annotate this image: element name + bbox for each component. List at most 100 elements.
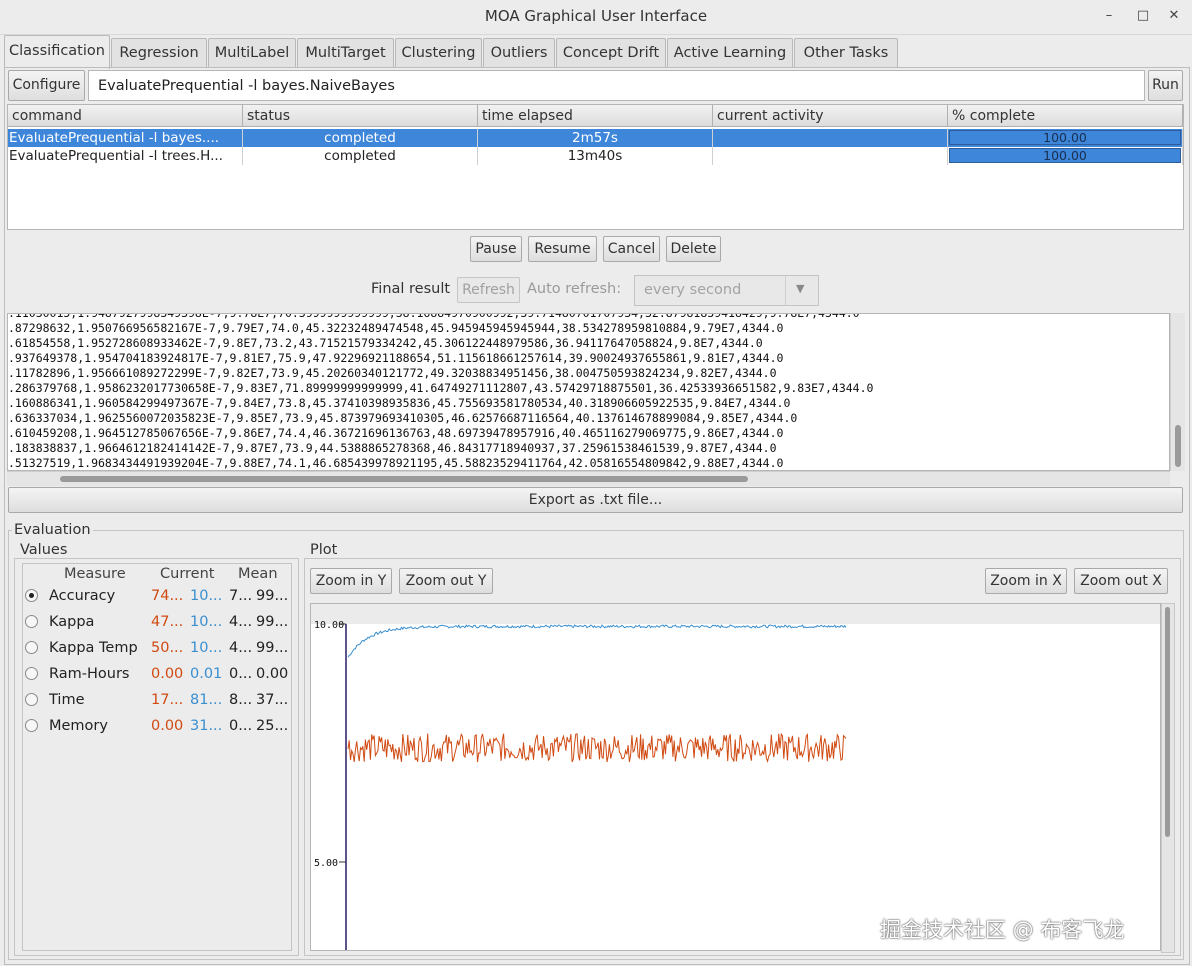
mean-value-a: 0... [229, 666, 253, 682]
measure-name: Memory [49, 718, 108, 734]
radio-kappa-temp[interactable] [25, 641, 38, 654]
task-command-field[interactable]: EvaluatePrequential -l bayes.NaiveBayes [88, 70, 1145, 101]
measure-name: Time [49, 692, 85, 708]
measure-name: Ram-Hours [49, 666, 130, 682]
output-line: .11030015,1.9487927998349398E-7,9.78E7,7… [8, 313, 860, 320]
tab-outliers[interactable]: Outliers [483, 38, 555, 68]
tab-multitarget[interactable]: MultiTarget [297, 38, 394, 68]
output-line: .160886341,1.960584299497367E-7,9.84E7,7… [8, 396, 791, 410]
table-row[interactable]: EvaluatePrequential -l bayes.... complet… [8, 129, 1183, 147]
y-tick-label: 10.00 [314, 620, 344, 631]
current-value-b: 31... [190, 718, 223, 734]
output-text-area[interactable]: .11030015,1.9487927998349398E-7,9.78E7,7… [7, 313, 1170, 471]
radio-kappa[interactable] [25, 615, 38, 628]
configure-button[interactable]: Configure [8, 70, 85, 101]
col-status-header[interactable]: status [243, 105, 478, 127]
measure-row-kappa-temp[interactable]: Kappa Temp 50... 10... 4... 99... [25, 636, 291, 660]
mean-column-header: Mean [238, 566, 278, 582]
output-horizontal-scrollbar[interactable] [7, 471, 1170, 486]
minimize-icon[interactable]: – [1097, 5, 1121, 27]
current-value-a: 50... [151, 640, 184, 656]
window-titlebar: MOA Graphical User Interface – □ ✕ [0, 0, 1192, 35]
output-line: .51327519,1.9683434491939204E-7,9.88E7,7… [8, 456, 784, 470]
plot-area[interactable]: 10.00 5.00 [310, 603, 1161, 951]
col-command-header[interactable]: command [8, 105, 243, 127]
radio-accuracy[interactable] [25, 589, 38, 602]
current-value-b: 10... [190, 614, 223, 630]
values-header-row: Measure Current Mean [25, 562, 291, 586]
tab-active-learning[interactable]: Active Learning [667, 38, 793, 68]
evaluation-title: Evaluation [12, 522, 93, 538]
mean-value-b: 99... [256, 640, 289, 656]
tab-clustering[interactable]: Clustering [395, 38, 482, 68]
final-result-label: Final result [371, 281, 451, 297]
delete-button[interactable]: Delete [666, 236, 721, 262]
col-complete-header[interactable]: % complete [948, 105, 1183, 127]
tab-regression[interactable]: Regression [111, 38, 207, 68]
measure-name: Kappa Temp [49, 640, 138, 656]
close-icon[interactable]: ✕ [1162, 5, 1186, 27]
col-activity-header[interactable]: current activity [713, 105, 948, 127]
output-line: .11782896,1.956661089272299E-7,9.82E7,73… [8, 366, 777, 380]
row-command: EvaluatePrequential -l trees.H... [8, 147, 243, 165]
window-title: MOA Graphical User Interface [484, 7, 708, 25]
output-line: .610459208,1.964512785067656E-7,9.86E7,7… [8, 426, 784, 440]
row-command: EvaluatePrequential -l bayes.... [8, 129, 243, 147]
refresh-button[interactable]: Refresh [457, 277, 520, 303]
current-value-a: 0.00 [151, 666, 184, 682]
tab-multilabel[interactable]: MultiLabel [208, 38, 296, 68]
mean-value-b: 25... [256, 718, 289, 734]
row-activity [713, 147, 948, 165]
current-column-header: Current [160, 566, 215, 582]
zoom-in-y-button[interactable]: Zoom in Y [310, 568, 392, 594]
row-status: completed [243, 147, 478, 165]
output-line: .183838837,1.9664612182414142E-7,9.87E7,… [8, 441, 777, 455]
watermark-text: 掘金技术社区 @ 布客飞龙 [880, 918, 1125, 942]
auto-refresh-label: Auto refresh: [527, 281, 622, 297]
measure-row-ram-hours[interactable]: Ram-Hours 0.00 0.01 0... 0.00 [25, 662, 291, 686]
output-vertical-scrollbar[interactable] [1170, 313, 1185, 471]
table-row[interactable]: EvaluatePrequential -l trees.H... comple… [8, 147, 1183, 165]
radio-memory[interactable] [25, 719, 38, 732]
radio-ram-hours[interactable] [25, 667, 38, 680]
tab-concept-drift[interactable]: Concept Drift [556, 38, 666, 68]
measure-row-memory[interactable]: Memory 0.00 31... 0... 25... [25, 714, 291, 738]
mean-value-b: 0.00 [256, 666, 289, 682]
zoom-out-y-button[interactable]: Zoom out Y [399, 568, 493, 594]
run-button[interactable]: Run [1148, 70, 1183, 101]
scrollbar-thumb[interactable] [1165, 607, 1170, 837]
resume-button[interactable]: Resume [528, 236, 597, 262]
plot-vertical-scrollbar[interactable] [1161, 603, 1175, 953]
measure-row-accuracy[interactable]: Accuracy 74... 10... 7... 99... [25, 584, 291, 608]
measure-column-header: Measure [64, 566, 126, 582]
scrollbar-thumb[interactable] [60, 476, 748, 482]
mean-value-b: 37... [256, 692, 289, 708]
radio-time[interactable] [25, 693, 38, 706]
current-value-a: 74... [151, 588, 184, 604]
maximize-icon[interactable]: □ [1131, 5, 1155, 27]
current-value-b: 10... [190, 640, 223, 656]
auto-refresh-select[interactable]: every second ▼ [634, 275, 819, 306]
mean-value-a: 8... [229, 692, 253, 708]
evaluation-line-chart: 10.00 5.00 [311, 604, 1160, 950]
export-txt-button[interactable]: Export as .txt file... [8, 487, 1183, 513]
output-line: .286379768,1.9586232017730658E-7,9.83E7,… [8, 381, 874, 395]
output-line: .61854558,1.952728608933462E-7,9.8E7,73.… [8, 336, 763, 350]
cancel-button[interactable]: Cancel [603, 236, 660, 262]
tab-classification[interactable]: Classification [4, 35, 110, 69]
plot-title: Plot [308, 542, 340, 558]
task-table: command status time elapsed current acti… [7, 104, 1184, 230]
scrollbar-thumb[interactable] [1175, 425, 1181, 467]
current-value-a: 0.00 [151, 718, 184, 734]
measure-row-time[interactable]: Time 17... 81... 8... 37... [25, 688, 291, 712]
measure-row-kappa[interactable]: Kappa 47... 10... 4... 99... [25, 610, 291, 634]
current-value-b: 81... [190, 692, 223, 708]
tab-other-tasks[interactable]: Other Tasks [794, 38, 898, 68]
pause-button[interactable]: Pause [470, 236, 522, 262]
col-time-header[interactable]: time elapsed [478, 105, 713, 127]
series-line-2 [347, 732, 847, 763]
output-line: .937649378,1.954704183924817E-7,9.81E7,7… [8, 351, 784, 365]
zoom-out-x-button[interactable]: Zoom out X [1074, 568, 1168, 594]
row-time: 13m40s [478, 147, 713, 165]
zoom-in-x-button[interactable]: Zoom in X [985, 568, 1067, 594]
